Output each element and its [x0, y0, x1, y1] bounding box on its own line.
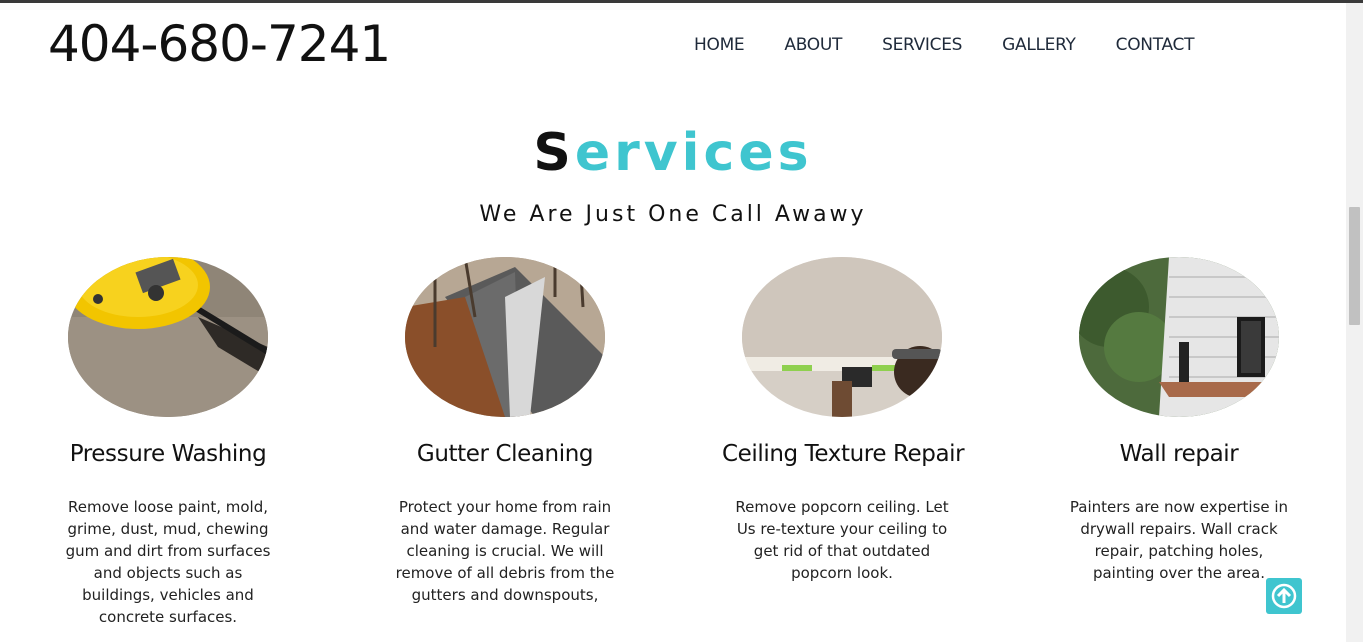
roof-gutter-photo [405, 257, 605, 417]
nav-about[interactable]: ABOUT [784, 34, 842, 56]
service-title: Gutter Cleaning [416, 441, 594, 467]
scrollbar-thumb[interactable] [1349, 207, 1360, 325]
back-to-top-button[interactable] [1266, 578, 1302, 614]
pressure-washer-photo [68, 257, 268, 417]
service-card-ceiling-texture-repair: Ceiling Texture Repair Remove popcorn ce… [722, 257, 965, 584]
service-title: Wall repair [1119, 441, 1239, 467]
service-title: Pressure Washing [69, 441, 267, 467]
service-title: Ceiling Texture Repair [722, 441, 965, 467]
section-title-rest: ervices [574, 123, 813, 183]
arrow-up-icon [1271, 583, 1297, 609]
ceiling-worker-photo [742, 257, 942, 417]
service-card-pressure-washing: Pressure Washing Remove loose paint, mol… [48, 257, 288, 628]
top-border [0, 0, 1363, 3]
vertical-scrollbar[interactable] [1346, 3, 1363, 642]
section-subtitle: We Are Just One Call Awawy [479, 202, 867, 227]
nav-contact[interactable]: CONTACT [1116, 34, 1195, 56]
nav-home[interactable]: HOME [694, 34, 745, 56]
service-description: Protect your home from rain and water da… [395, 498, 615, 604]
service-description: Painters are now expertise in drywall re… [1069, 498, 1289, 582]
nav-services[interactable]: SERVICES [882, 34, 962, 56]
house-siding-photo [1079, 257, 1279, 417]
section-title: Services [0, 118, 1346, 188]
service-description: Remove popcorn ceiling. Let Us re-textur… [735, 498, 949, 582]
service-description: Remove loose paint, mold, grime, dust, m… [65, 498, 271, 626]
nav-gallery[interactable]: GALLERY [1002, 34, 1076, 56]
main-nav: HOME ABOUT SERVICES GALLERY CONTACT [694, 34, 1194, 56]
section-title-first-letter: S [533, 123, 575, 183]
phone-number[interactable]: 404-680-7241 [48, 12, 391, 76]
service-card-gutter-cleaning: Gutter Cleaning Protect your home from r… [385, 257, 625, 606]
service-card-wall-repair: Wall repair Painters are now expertise i… [1059, 257, 1299, 584]
